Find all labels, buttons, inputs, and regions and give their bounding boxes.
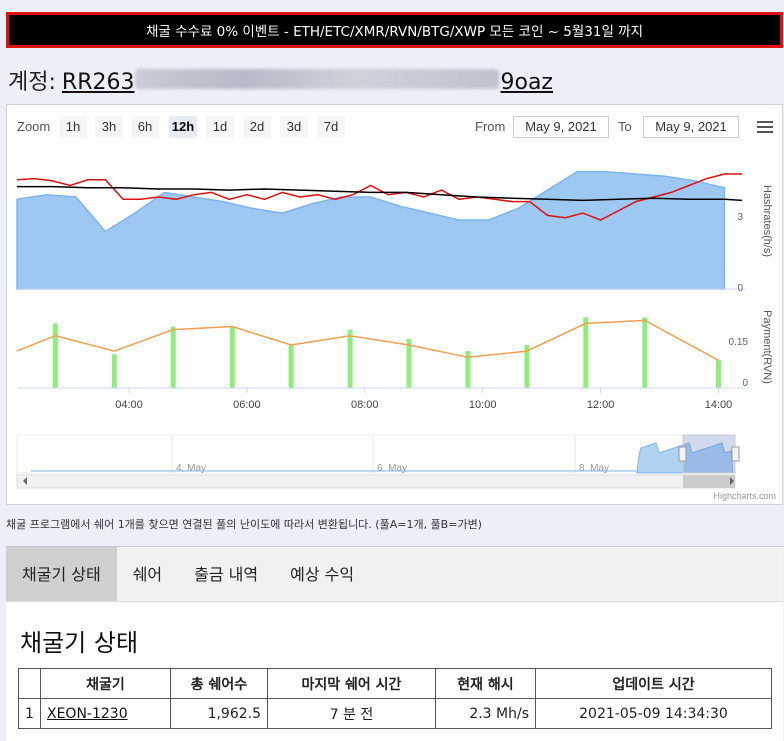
cell-miner: XEON-1230 [40, 698, 171, 729]
col-header-last-share[interactable]: 마지막 쉐어 시간 [267, 668, 436, 699]
account-heading: 계정: RR263 9oaz [8, 64, 553, 96]
account-address-end: 9oaz [500, 70, 553, 95]
navigator-scrollbar-thumb[interactable] [683, 475, 735, 488]
payment-column [406, 338, 412, 388]
col-header-hashrate[interactable]: 현재 해시 [435, 668, 536, 699]
miner-link[interactable]: XEON-1230 [47, 706, 128, 722]
miner-panel: 채굴기 상태 쉐어 출금 내역 예상 수익 채굴기 상태 채굴기 총 쉐어수 마… [6, 546, 783, 741]
stock-chart: 3 0 Hashrates(h/s) 0.15 0 Payment(RVN) 04:00 06… [6, 104, 783, 505]
payment-column [52, 323, 58, 388]
zoom-3h-button[interactable]: 3h [95, 116, 123, 138]
navigator-right-handle[interactable] [731, 446, 740, 462]
payment-column [170, 326, 176, 388]
zoom-3d-button[interactable]: 3d [280, 116, 308, 138]
payment-column [347, 329, 353, 388]
hashrate-ytick-label: 3 [737, 212, 743, 223]
xaxis-tick-label: 08:00 [351, 399, 379, 411]
navigator-left-handle[interactable] [678, 446, 687, 462]
payment-column [642, 317, 648, 388]
cell-last-share: 7 분 전 [267, 698, 436, 729]
account-address-start: RR263 [61, 70, 135, 95]
zoom-1h-button[interactable]: 1h [59, 116, 87, 138]
account-address-link[interactable]: RR263 9oaz [62, 69, 553, 95]
xaxis-tick-label: 06:00 [233, 399, 261, 411]
col-header-updated[interactable]: 업데이트 시간 [535, 668, 772, 699]
cell-index: 1 [18, 698, 41, 729]
zoom-2d-button[interactable]: 2d [243, 116, 271, 138]
zoom-1d-button[interactable]: 1d [206, 116, 234, 138]
navigator-date-label: 4. May [176, 463, 206, 474]
tab-miner-status[interactable]: 채굴기 상태 [6, 547, 117, 601]
col-header-miner[interactable]: 채굴기 [40, 668, 171, 699]
cell-hashrate: 2.3 Mh/s [435, 698, 536, 729]
payment-axis-title: Payment(RVN) [761, 310, 773, 384]
payment-ytick-label: 0.15 [729, 337, 749, 348]
hashrate-axis-title: Hashrates(h/s) [761, 185, 773, 257]
account-label: 계정: [8, 70, 56, 95]
cell-total-shares: 1,962.5 [170, 698, 268, 729]
navigator-date-label: 6. May [377, 463, 407, 474]
payment-ytick-label: 0 [742, 378, 748, 389]
zoom-12h-button[interactable]: 12h [169, 116, 197, 138]
payment-column [288, 345, 294, 388]
navigator-selection-mask[interactable] [682, 434, 736, 474]
zoom-label: Zoom [17, 119, 51, 134]
zoom-7d-button[interactable]: 7d [317, 116, 345, 138]
xaxis-tick-label: 14:00 [705, 399, 733, 411]
table-row: 1 XEON-1230 1,962.5 7 분 전 2.3 Mh/s 2021-… [18, 698, 772, 729]
col-header-index [18, 668, 41, 699]
chart-canvas: 3 0 Hashrates(h/s) 0.15 0 Payment(RVN) 04:00 06… [16, 151, 773, 489]
hashrate-ytick-label: 0 [737, 283, 743, 294]
event-banner: 채굴 수수료 0% 이벤트 - ETH/ETC/XMR/RVN/BTG/XWP … [6, 12, 783, 48]
tab-shares[interactable]: 쉐어 [117, 547, 178, 601]
zoom-6h-button[interactable]: 6h [131, 116, 159, 138]
tab-estimated-earnings[interactable]: 예상 수익 [274, 547, 370, 601]
to-label: To [618, 119, 632, 134]
cell-updated: 2021-05-09 14:34:30 [535, 698, 772, 729]
payment-line-series [16, 319, 719, 361]
menu-icon[interactable] [757, 121, 773, 133]
navigator-bg [16, 434, 736, 474]
tab-payouts[interactable]: 출금 내역 [178, 547, 274, 601]
xaxis-tick-label: 10:00 [469, 399, 497, 411]
section-title: 채굴기 상태 [20, 629, 139, 657]
tab-bar: 채굴기 상태 쉐어 출금 내역 예상 수익 [6, 547, 783, 602]
navigator-date-label: 8. May [579, 463, 609, 474]
payment-column [229, 326, 235, 388]
payment-column [716, 360, 721, 388]
payment-column [583, 317, 589, 388]
miners-table: 채굴기 총 쉐어수 마지막 쉐어 시간 현재 해시 업데이트 시간 1 XEON… [18, 668, 772, 729]
to-date-input[interactable]: May 9, 2021 [643, 116, 739, 138]
share-note: 채굴 프로그램에서 쉐어 1개를 찾으면 연결된 풀의 난이도에 따라서 변환됩… [6, 518, 482, 531]
navigator-scrollbar-track[interactable] [16, 474, 736, 489]
table-header-row: 채굴기 총 쉐어수 마지막 쉐어 시간 현재 해시 업데이트 시간 [18, 668, 772, 699]
payment-column [111, 354, 117, 388]
highcharts-credit[interactable]: Highcharts.com [713, 491, 776, 501]
col-header-total-shares[interactable]: 총 쉐어수 [170, 668, 268, 699]
address-redaction [135, 69, 500, 89]
xaxis-tick-label: 12:00 [587, 399, 615, 411]
xaxis-tick-label: 04:00 [115, 399, 143, 411]
from-label: From [475, 119, 506, 134]
from-date-input[interactable]: May 9, 2021 [513, 116, 609, 138]
